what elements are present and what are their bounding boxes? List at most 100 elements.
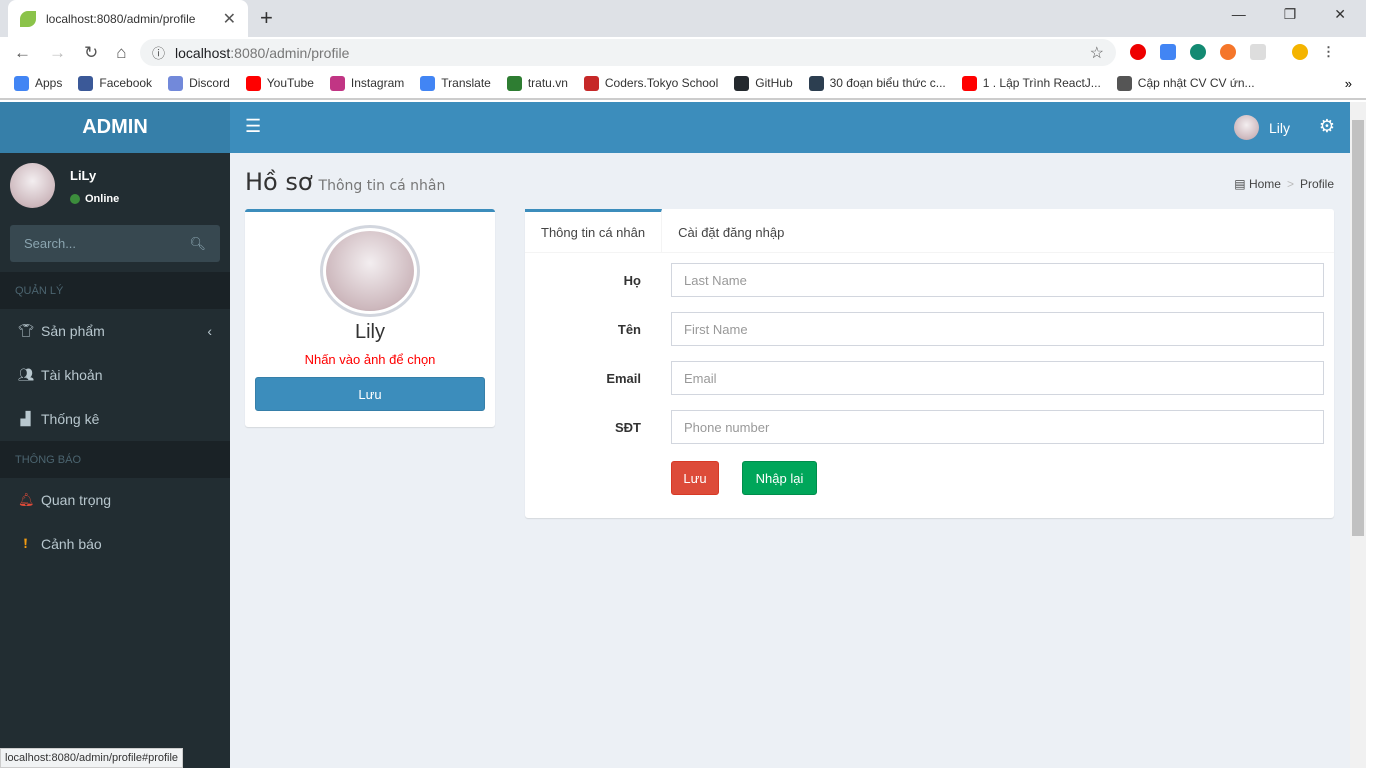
adblock-icon[interactable] — [1130, 44, 1146, 60]
extension-icon[interactable] — [1220, 44, 1236, 60]
profile-form-card: Thông tin cá nhân Cài đặt đăng nhập Họ T… — [525, 209, 1334, 518]
spring-leaf-icon — [20, 10, 36, 27]
breadcrumb-home[interactable]: Home — [1249, 177, 1281, 191]
status-bar-url: localhost:8080/admin/profile#profile — [0, 748, 184, 768]
phone-input[interactable] — [671, 410, 1324, 444]
back-icon[interactable]: ← — [14, 43, 31, 63]
logo[interactable]: ADMIN — [0, 102, 230, 153]
close-window-icon[interactable]: ✕ — [1334, 6, 1346, 23]
translate-ext-icon[interactable] — [1160, 44, 1176, 60]
bookmark-favicon-icon — [506, 75, 522, 91]
shirt-icon: 👕︎ — [18, 323, 35, 338]
new-tab-icon[interactable]: + — [260, 5, 273, 31]
bookmark-favicon-icon — [245, 75, 261, 91]
bookmark-item[interactable]: Apps — [14, 75, 62, 91]
bookmark-label: 1 . Lập Trình ReactJ... — [982, 76, 1101, 90]
sidebar-item-products[interactable]: 👕︎ Sản phẩm ‹ — [0, 309, 230, 353]
bookmark-item[interactable]: tratu.vn — [506, 75, 568, 91]
bookmark-label: tratu.vn — [527, 76, 568, 90]
bookmark-label: YouTube — [266, 76, 314, 90]
chevron-left-icon: ‹ — [207, 323, 212, 339]
first-name-input[interactable] — [671, 312, 1324, 346]
avatar — [10, 163, 55, 208]
sidebar-item-warning[interactable]: ❗︎ Cảnh báo — [0, 522, 230, 566]
gears-icon[interactable]: ⚙ — [1319, 116, 1335, 137]
scrollbar-thumb[interactable] — [1352, 120, 1364, 536]
user-panel: LiLy Online — [0, 153, 230, 219]
profile-avatar-icon[interactable] — [1292, 44, 1308, 60]
tab-login-settings[interactable]: Cài đặt đăng nhập — [662, 209, 801, 252]
tab-personal-info[interactable]: Thông tin cá nhân — [525, 209, 663, 252]
browser-tab[interactable]: localhost:8080/admin/profile ✕ — [8, 0, 248, 37]
avatar — [1233, 115, 1259, 140]
more-bookmarks-icon[interactable]: » — [1345, 76, 1352, 91]
home-icon[interactable]: ⌂ — [116, 43, 126, 63]
bookmark-favicon-icon — [808, 75, 824, 91]
bookmark-item[interactable]: Instagram — [329, 75, 404, 91]
search-icon[interactable]: 🔍︎ — [189, 236, 206, 252]
bookmark-item[interactable]: 1 . Lập Trình ReactJ... — [961, 75, 1101, 91]
phone-label: SĐT — [615, 419, 641, 435]
bookmark-label: Facebook — [99, 76, 153, 90]
info-icon[interactable]: ⓘ — [152, 43, 165, 62]
sidebar-item-label: Tài khoản — [41, 367, 103, 383]
url-input[interactable]: ⓘ localhost:8080/admin/profile ☆ — [140, 39, 1116, 66]
bookmark-item[interactable]: Coders.Tokyo School — [583, 75, 718, 91]
forward-icon[interactable]: → — [49, 43, 66, 63]
email-label: Email — [606, 370, 641, 386]
last-name-input[interactable] — [671, 263, 1324, 297]
bookmark-favicon-icon — [14, 75, 29, 91]
page-subtitle: Thông tin cá nhân — [318, 178, 446, 194]
minimize-icon[interactable]: — — [1232, 6, 1246, 23]
bell-icon: 🔔︎ — [18, 492, 35, 507]
bookmark-star-icon[interactable]: ☆ — [1090, 43, 1104, 63]
warning-icon: ❗︎ — [23, 536, 28, 551]
bookmark-label: Discord — [189, 76, 230, 90]
user-status[interactable]: Online — [85, 193, 119, 205]
first-name-label: Tên — [617, 321, 641, 337]
email-input[interactable] — [671, 361, 1324, 395]
page-title: Hồ sơ Thông tin cá nhân — [245, 168, 445, 196]
bookmark-item[interactable]: 30 đoạn biểu thức c... — [808, 75, 946, 91]
menu-kebab-icon[interactable]: ⋮ — [1322, 44, 1335, 60]
avatar — [326, 231, 414, 311]
extension-icon[interactable] — [1250, 44, 1266, 60]
bookmarks-bar: Apps Facebook Discord YouTube Instagram Trans… — [0, 68, 1366, 100]
reload-icon[interactable]: ↻ — [84, 43, 98, 63]
bookmark-item[interactable]: Discord — [168, 75, 230, 91]
bookmark-item[interactable]: Cập nhật CV CV ứn... — [1116, 75, 1255, 91]
bookmark-favicon-icon — [78, 75, 94, 91]
header-user-name: Lily — [1268, 119, 1290, 136]
sidebar-item-important[interactable]: 🔔︎ Quan trọng — [0, 478, 230, 522]
profile-picture[interactable] — [320, 225, 420, 317]
bookmark-label: Cập nhật CV CV ứn... — [1137, 76, 1255, 90]
bookmark-label: Translate — [441, 76, 491, 90]
bookmark-item[interactable]: Facebook — [78, 75, 153, 91]
save-avatar-button[interactable]: Lưu — [255, 377, 485, 411]
browser-tab-bar: localhost:8080/admin/profile ✕ + — ❐ ✕ — [0, 0, 1366, 37]
restore-icon[interactable]: ❐ — [1284, 6, 1297, 23]
bookmark-favicon-icon — [734, 75, 750, 91]
sidebar-item-stats[interactable]: ▟ Thống kê — [0, 397, 230, 441]
extension-icon[interactable] — [1190, 44, 1206, 60]
last-name-label: Họ — [623, 272, 641, 288]
sidebar-search-input[interactable]: Search... 🔍︎ — [10, 225, 220, 262]
bookmark-item[interactable]: Translate — [420, 75, 491, 91]
top-navbar: ☰ Lily ⚙ — [230, 102, 1350, 153]
reset-button[interactable]: Nhập lại — [742, 461, 817, 495]
online-dot-icon — [70, 194, 80, 204]
user-menu[interactable]: Lily — [1233, 115, 1290, 140]
save-button[interactable]: Lưu — [671, 461, 719, 495]
sidebar-item-accounts[interactable]: 👥︎ Tài khoản — [0, 353, 230, 397]
hamburger-menu-icon[interactable]: ☰ — [245, 116, 261, 137]
admin-page: ADMIN LiLy Online Search... 🔍︎ QUẢN LÝ 👕︎… — [0, 102, 1350, 768]
dashboard-icon: ▤ — [1234, 177, 1246, 191]
bookmark-item[interactable]: YouTube — [245, 75, 314, 91]
sidebar-item-label: Quan trọng — [41, 492, 112, 508]
title-text: Hồ sơ — [245, 168, 313, 196]
tab-title: localhost:8080/admin/profile — [46, 11, 196, 26]
close-tab-icon[interactable]: ✕ — [223, 9, 236, 29]
users-icon: 👥︎ — [18, 367, 35, 382]
bookmark-item[interactable]: GitHub — [734, 75, 793, 91]
search-placeholder: Search... — [24, 236, 77, 251]
